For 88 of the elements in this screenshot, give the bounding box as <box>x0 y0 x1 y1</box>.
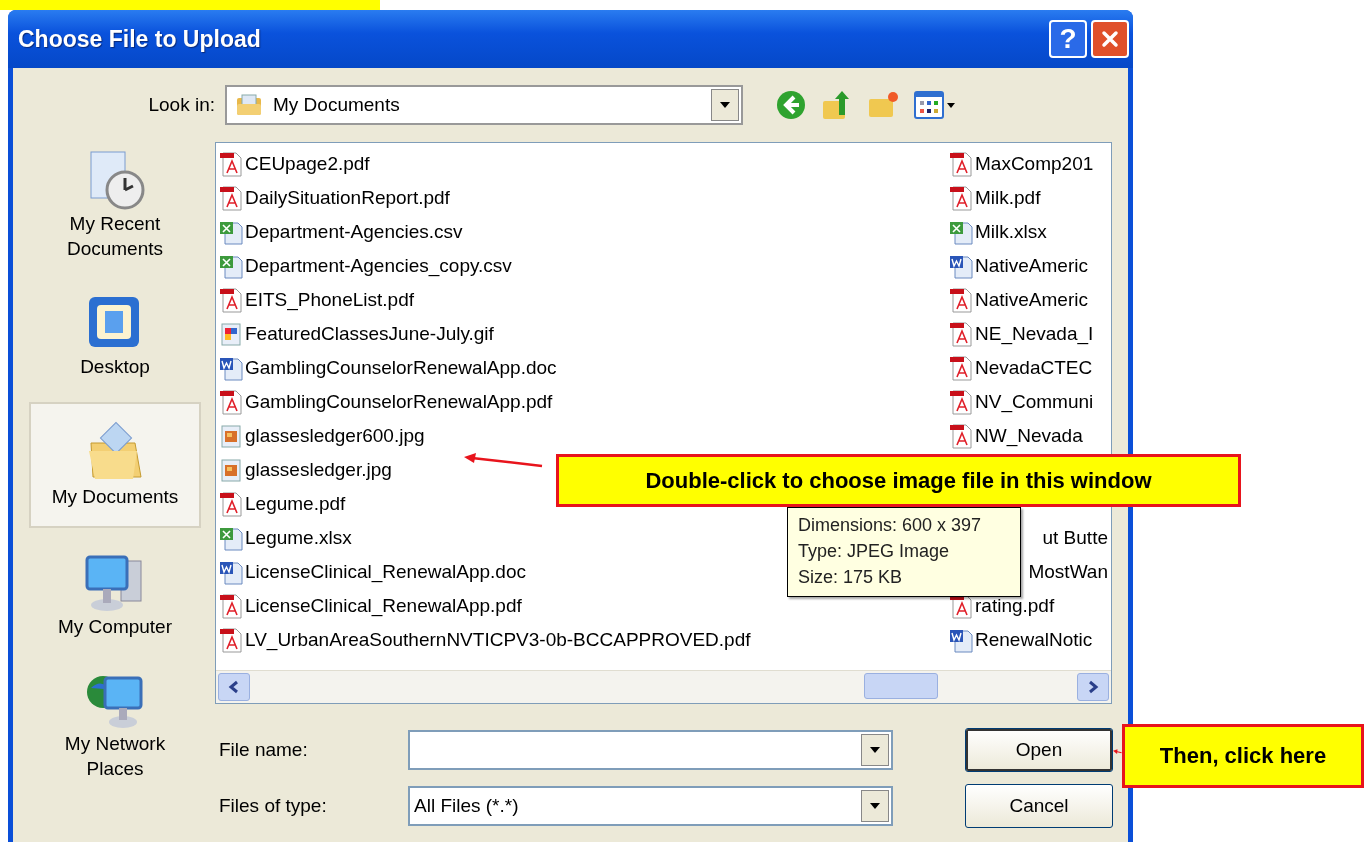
file-item[interactable]: EITS_PhoneList.pdf <box>219 283 414 317</box>
file-item[interactable]: GamblingCounselorRenewalApp.pdf <box>219 385 553 419</box>
image-file-icon <box>219 457 243 483</box>
pdf-file-icon <box>219 287 243 313</box>
file-name-field[interactable] <box>408 730 893 770</box>
file-item[interactable]: NV_Communi <box>949 385 1094 419</box>
places-item[interactable]: My Documents <box>29 402 201 528</box>
callout-note: Double-click to choose image file in this window <box>556 454 1241 507</box>
file-item[interactable]: Milk.pdf <box>949 181 1041 215</box>
document-file-icon <box>949 253 973 279</box>
places-item[interactable]: My Recent Documents <box>29 142 201 268</box>
file-item[interactable]: LicenseClinical_RenewalApp.doc <box>219 555 526 589</box>
back-icon[interactable] <box>775 89 807 121</box>
close-icon <box>1100 29 1120 49</box>
image-file-icon <box>219 321 243 347</box>
file-item[interactable]: Legume.xlsx <box>219 521 352 555</box>
file-item[interactable]: LV_UrbanAreaSouthernNVTICPV3-0b-BCCAPPROVED.pdf <box>219 623 751 657</box>
folder-icon <box>235 93 263 117</box>
window-title: Choose File to Upload <box>18 25 261 53</box>
horizontal-scrollbar[interactable] <box>216 670 1111 703</box>
file-item[interactable]: FeaturedClassesJune-July.gif <box>219 317 494 351</box>
file-item[interactable]: CEUpage2.pdf <box>219 147 370 181</box>
pdf-file-icon <box>949 287 973 313</box>
file-item[interactable]: glassesledger.jpg <box>219 453 392 487</box>
close-button[interactable] <box>1091 20 1129 58</box>
file-item[interactable]: Department-Agencies_copy.csv <box>219 249 512 283</box>
view-menu-icon[interactable] <box>913 89 957 121</box>
look-in-dropdown[interactable]: My Documents <box>225 85 743 125</box>
place-label: My Network Places <box>63 732 167 781</box>
file-item[interactable]: Legume.pdf <box>219 487 346 521</box>
tooltip-line: Type: JPEG Image <box>798 540 951 563</box>
image-file-icon <box>219 423 243 449</box>
file-item[interactable]: NativeAmeric <box>949 249 1088 283</box>
spreadsheet-file-icon <box>219 219 243 245</box>
file-item[interactable]: LicenseClinical_RenewalApp.pdf <box>219 589 522 623</box>
file-item[interactable]: NE_Nevada_I <box>949 317 1094 351</box>
file-item[interactable]: Department-Agencies.csv <box>219 215 463 249</box>
pdf-file-icon <box>949 355 973 381</box>
document-file-icon <box>219 355 243 381</box>
pdf-file-icon <box>949 389 973 415</box>
pdf-file-icon <box>219 593 243 619</box>
file-type-label: Files of type: <box>218 795 328 817</box>
place-label: My Documents <box>50 484 180 509</box>
scroll-right-icon[interactable] <box>1077 673 1109 701</box>
open-button[interactable]: Open <box>965 728 1113 772</box>
pdf-file-icon <box>949 185 973 211</box>
look-in-value: My Documents <box>272 94 401 116</box>
document-file-icon <box>949 627 973 653</box>
file-item[interactable]: GamblingCounselorRenewalApp.doc <box>219 351 557 385</box>
pdf-file-icon <box>949 423 973 449</box>
file-item[interactable]: MaxComp201 <box>949 147 1094 181</box>
callout-note: Then, click here <box>1122 724 1364 788</box>
spreadsheet-file-icon <box>219 253 243 279</box>
file-item[interactable]: NevadaCTEC <box>949 351 1093 385</box>
place-label: My Recent Documents <box>65 212 165 261</box>
tooltip-line: Dimensions: 600 x 397 <box>798 514 983 537</box>
places-item[interactable]: Desktop <box>29 272 201 398</box>
spreadsheet-file-icon <box>949 219 973 245</box>
help-button[interactable]: ? <box>1049 20 1087 58</box>
cancel-button[interactable]: Cancel <box>965 784 1113 828</box>
look-in-label: Look in: <box>147 94 216 116</box>
file-item[interactable]: RenewalNotic <box>949 623 1093 657</box>
tooltip-line: Size: 175 KB <box>798 566 904 589</box>
scroll-thumb[interactable] <box>864 673 938 699</box>
file-item[interactable]: Milk.xlsx <box>949 215 1047 249</box>
file-name-label: File name: <box>218 739 309 761</box>
pdf-file-icon <box>949 151 973 177</box>
pdf-file-icon <box>219 151 243 177</box>
places-item[interactable]: My Network Places <box>29 662 201 788</box>
file-item[interactable]: DailySituationReport.pdf <box>219 181 450 215</box>
place-label: My Computer <box>57 614 173 639</box>
document-file-icon <box>219 559 243 585</box>
scroll-left-icon[interactable] <box>218 673 250 701</box>
file-item[interactable]: NW_Nevada <box>949 419 1083 453</box>
file-item[interactable]: glassesledger600.jpg <box>219 419 425 453</box>
file-item[interactable]: MostWan <box>1028 555 1111 589</box>
pdf-file-icon <box>219 389 243 415</box>
pdf-file-icon <box>219 627 243 653</box>
file-item[interactable]: ut Butte <box>1042 521 1111 555</box>
places-item[interactable]: My Computer <box>29 532 201 658</box>
file-item[interactable]: NativeAmeric <box>949 283 1088 317</box>
pdf-file-icon <box>949 321 973 347</box>
place-label: Desktop <box>79 354 151 379</box>
file-type-dropdown[interactable]: All Files (*.*) <box>408 786 893 826</box>
file-type-value: All Files (*.*) <box>413 795 520 817</box>
spreadsheet-file-icon <box>219 525 243 551</box>
pdf-file-icon <box>219 185 243 211</box>
pdf-file-icon <box>219 491 243 517</box>
